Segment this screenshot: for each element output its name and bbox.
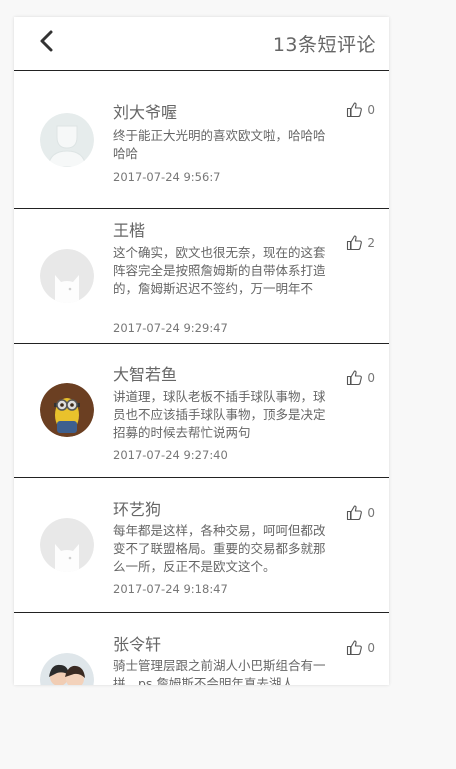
avatar[interactable] — [40, 249, 94, 303]
comment-time: 2017-07-24 9:18:47 — [113, 582, 228, 596]
comment-item: 王楷 这个确实，欧文也很无奈，现在的这套阵容完全是按照詹姆斯的自带体系打造的，詹… — [14, 209, 389, 344]
thumbs-up-icon — [347, 640, 363, 656]
comment-text: 这个确实，欧文也很无奈，现在的这套阵容完全是按照詹姆斯的自带体系打造的，詹姆斯迟… — [113, 245, 326, 296]
minion-photo-avatar-icon — [40, 383, 94, 437]
comment-list[interactable]: 刘大爷喔 终于能正大光明的喜欢欧文啦，哈哈哈哈哈 2017-07-24 9:56… — [14, 71, 389, 685]
comment-text: 每年都是这样，各种交易，呵呵但都改变不了联盟格局。重要的交易都多就那么一所，反正… — [113, 523, 326, 574]
chevron-left-icon — [40, 30, 53, 52]
back-button[interactable] — [34, 27, 62, 55]
comment-item: 大智若鱼 讲道理，球队老板不插手球队事物，球员也不应该插手球队事物，顶多是决定招… — [14, 344, 389, 478]
thumbs-up-icon — [347, 235, 363, 251]
comment-item: 环艺狗 每年都是这样，各种交易，呵呵但都改变不了联盟格局。重要的交易都多就那么一… — [14, 478, 389, 613]
comment-text: 终于能正大光明的喜欢欧文啦，哈哈哈哈哈 — [113, 128, 326, 161]
avatar[interactable] — [40, 113, 94, 167]
comment-author: 刘大爷喔 — [113, 103, 178, 122]
like-button[interactable]: 2 — [346, 234, 375, 251]
comment-time: 2017-07-24 9:29:47 — [113, 321, 228, 335]
like-count: 0 — [367, 505, 375, 520]
avatar[interactable] — [40, 518, 94, 572]
thumbs-up-icon — [347, 370, 363, 386]
like-button[interactable]: 0 — [346, 369, 375, 386]
couple-photo-avatar-icon — [40, 653, 94, 685]
comment-item: 刘大爷喔 终于能正大光明的喜欢欧文啦，哈哈哈哈哈 2017-07-24 9:56… — [14, 71, 389, 209]
like-count: 0 — [367, 640, 375, 655]
default-cat-avatar-icon — [40, 518, 94, 572]
page-title: 13条短评论 — [272, 34, 376, 56]
comment-time: 2017-07-24 9:27:40 — [113, 448, 228, 462]
like-button[interactable]: 0 — [346, 504, 375, 521]
comment-author: 王楷 — [113, 221, 146, 240]
thumbs-up-icon — [347, 102, 363, 118]
comment-author: 环艺狗 — [113, 500, 162, 519]
like-count: 0 — [367, 370, 375, 385]
phone-screen: 13条短评论 刘大爷喔 终于能正大光明的喜欢欧文啦，哈哈哈哈哈 2017-07-… — [14, 17, 389, 685]
like-count: 0 — [367, 102, 375, 117]
like-count: 2 — [367, 235, 375, 250]
comment-text: 骑士管理层跟之前湖人小巴斯组合有一拼，ps.詹姆斯不会明年真去湖人 — [113, 658, 326, 685]
default-cat-avatar-icon — [40, 249, 94, 303]
avatar[interactable] — [40, 383, 94, 437]
comment-author: 张令轩 — [113, 635, 162, 654]
thumbs-up-icon — [347, 505, 363, 521]
comment-text: 讲道理，球队老板不插手球队事物，球员也不应该插手球队事物，顶多是决定招募的时候去… — [113, 389, 326, 440]
default-silhouette-avatar-icon — [40, 113, 94, 167]
comment-item: 张令轩 骑士管理层跟之前湖人小巴斯组合有一拼，ps.詹姆斯不会明年真去湖人 0 — [14, 613, 389, 685]
avatar[interactable] — [40, 653, 94, 685]
top-bar: 13条短评论 — [14, 17, 389, 71]
comment-author: 大智若鱼 — [113, 365, 178, 384]
like-button[interactable]: 0 — [346, 101, 375, 118]
like-button[interactable]: 0 — [346, 639, 375, 656]
comment-time: 2017-07-24 9:56:7 — [113, 170, 221, 184]
